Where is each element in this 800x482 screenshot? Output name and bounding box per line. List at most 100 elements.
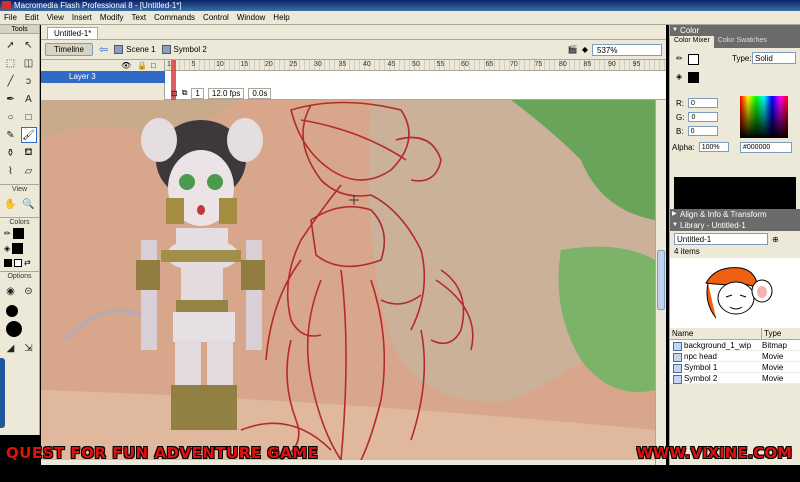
color-preview: [674, 177, 796, 209]
selection-tool-icon[interactable]: ➚: [3, 37, 19, 53]
onion-skin-icon[interactable]: ⧉: [182, 88, 188, 98]
g-input[interactable]: 0: [688, 112, 719, 122]
breadcrumb-scene[interactable]: Scene 1: [114, 45, 156, 54]
stroke-color-swatch[interactable]: [12, 228, 24, 239]
menu-window[interactable]: Window: [233, 11, 269, 25]
type-select[interactable]: Solid: [752, 52, 796, 64]
eyedropper-tool-icon[interactable]: ⌇: [3, 163, 19, 179]
color-spectrum[interactable]: [740, 96, 788, 138]
zoom-select[interactable]: 537%: [592, 43, 662, 56]
menu-bar: File Edit View Insert Modify Text Comman…: [0, 11, 800, 25]
brush-mode-icon[interactable]: [6, 305, 18, 317]
frame-ruler[interactable]: 1 5 10 15 20 25 30 35 40 45 50 55 60 65 70 75 80 85 90 95: [165, 60, 666, 71]
lock-icon[interactable]: 🔒: [137, 61, 147, 70]
stroke-icon[interactable]: ✏: [676, 54, 683, 63]
menu-commands[interactable]: Commands: [150, 11, 199, 25]
menu-insert[interactable]: Insert: [68, 11, 96, 25]
subselection-tool-icon[interactable]: ↖: [21, 37, 37, 53]
menu-text[interactable]: Text: [127, 11, 150, 25]
edit-scene-icon[interactable]: 🎬: [568, 45, 578, 54]
timeline-panel: 👁 🔒 □ Layer 3 1 5 10 15 20 25 30 35 40 45 50 55 60 65…: [41, 60, 666, 100]
frame-number: 30: [314, 61, 322, 68]
frame-number: 95: [632, 61, 641, 68]
elapsed-time: 0.0s: [248, 87, 272, 99]
brush-size-icon[interactable]: [6, 321, 22, 337]
stage-vertical-scrollbar[interactable]: [655, 100, 666, 465]
frame-number: 70: [510, 61, 518, 68]
library-item[interactable]: background_1_wip Bitmap: [670, 340, 800, 351]
library-item[interactable]: npc head Movie: [670, 351, 800, 362]
hand-tool-icon[interactable]: ✋: [3, 196, 19, 212]
mixer-fill-swatch[interactable]: [688, 72, 699, 83]
zoom-tool-icon[interactable]: 🔍: [21, 196, 37, 212]
no-color-button[interactable]: [14, 258, 22, 267]
g-label: G:: [676, 112, 685, 122]
color-panel-header[interactable]: Color: [670, 25, 800, 36]
document-tab[interactable]: Untitled-1*: [47, 27, 99, 39]
flash-app-icon: [2, 1, 11, 10]
menu-view[interactable]: View: [43, 11, 68, 25]
pin-icon[interactable]: ⊕: [772, 235, 779, 244]
pressure-icon[interactable]: ⇲: [21, 340, 37, 356]
fill-icon[interactable]: ◈: [676, 72, 682, 81]
eye-icon[interactable]: 👁: [121, 61, 131, 70]
library-doc-select[interactable]: Untitled-1: [674, 233, 768, 245]
menu-file[interactable]: File: [0, 11, 21, 25]
swap-colors-icon[interactable]: ⇄: [24, 258, 31, 267]
free-transform-tool-icon[interactable]: ⬚: [3, 55, 19, 71]
align-panel-header[interactable]: Align & Info & Transform: [670, 209, 800, 220]
line-tool-icon[interactable]: ╱: [3, 73, 19, 89]
brush-tool-icon[interactable]: 🖌: [20, 127, 37, 143]
lock-fill-icon[interactable]: ⊝: [21, 283, 37, 299]
mixer-stroke-swatch[interactable]: [688, 54, 699, 65]
pencil-tool-icon[interactable]: ✎: [3, 127, 19, 143]
library-item[interactable]: Symbol 1 Movie: [670, 362, 800, 373]
oval-tool-icon[interactable]: ○: [3, 109, 19, 125]
colors-section-label: Colors: [0, 217, 39, 226]
layer-row[interactable]: Layer 3: [41, 71, 165, 83]
edit-symbols-icon[interactable]: ◆: [582, 45, 588, 54]
rectangle-tool-icon[interactable]: □: [21, 109, 37, 125]
frame-number: 90: [608, 61, 616, 68]
window-titlebar: Macromedia Flash Professional 8 - [Untit…: [0, 0, 800, 11]
library-count: 4 items: [674, 247, 700, 256]
back-arrow-icon[interactable]: ⇦: [99, 43, 108, 56]
menu-edit[interactable]: Edit: [21, 11, 43, 25]
frame-number: 10: [216, 61, 224, 68]
ink-bottle-tool-icon[interactable]: ⚱: [3, 145, 19, 161]
scene-icon: [114, 45, 124, 54]
black-white-button[interactable]: [4, 258, 12, 267]
brush-shape-icon[interactable]: ◢: [3, 340, 19, 356]
eraser-tool-icon[interactable]: ▱: [21, 163, 37, 179]
text-tool-icon[interactable]: A: [21, 91, 37, 107]
library-col-name[interactable]: Name: [670, 328, 762, 339]
library-panel-header[interactable]: Library - Untitled-1: [670, 220, 800, 231]
scroll-thumb[interactable]: [657, 250, 665, 310]
r-input[interactable]: 0: [688, 98, 718, 108]
hex-input[interactable]: #000000: [740, 142, 792, 153]
menu-help[interactable]: Help: [269, 11, 293, 25]
right-panels: Color Color Mixer Color Swatches ✏ ◈ Typ…: [669, 25, 800, 465]
pen-tool-icon[interactable]: ✒: [3, 91, 19, 107]
frame-number: 65: [485, 61, 494, 68]
breadcrumb-symbol[interactable]: Symbol 2: [161, 45, 207, 54]
lasso-tool-icon[interactable]: ↄ: [21, 73, 37, 89]
menu-modify[interactable]: Modify: [96, 11, 128, 25]
stage-canvas[interactable]: [41, 100, 655, 460]
library-col-type[interactable]: Type: [762, 328, 781, 339]
tab-color-mixer[interactable]: Color Mixer: [670, 36, 714, 48]
fill-color-swatch[interactable]: [12, 243, 24, 254]
outline-icon[interactable]: □: [151, 61, 156, 70]
menu-control[interactable]: Control: [199, 11, 233, 25]
current-frame: 1: [191, 87, 204, 99]
frame-rate[interactable]: 12.0 fps: [207, 87, 245, 99]
tab-color-swatches[interactable]: Color Swatches: [714, 36, 771, 48]
gradient-transform-tool-icon[interactable]: ◫: [21, 55, 37, 71]
alpha-input[interactable]: 100%: [698, 142, 729, 152]
b-input[interactable]: 0: [687, 126, 718, 136]
center-frame-icon[interactable]: ⊡: [171, 89, 178, 98]
timeline-toggle-button[interactable]: Timeline: [45, 43, 93, 56]
object-drawing-icon[interactable]: ◉: [3, 283, 19, 299]
paint-bucket-tool-icon[interactable]: ⛾: [21, 145, 37, 161]
library-item[interactable]: Symbol 2 Movie: [670, 373, 800, 384]
